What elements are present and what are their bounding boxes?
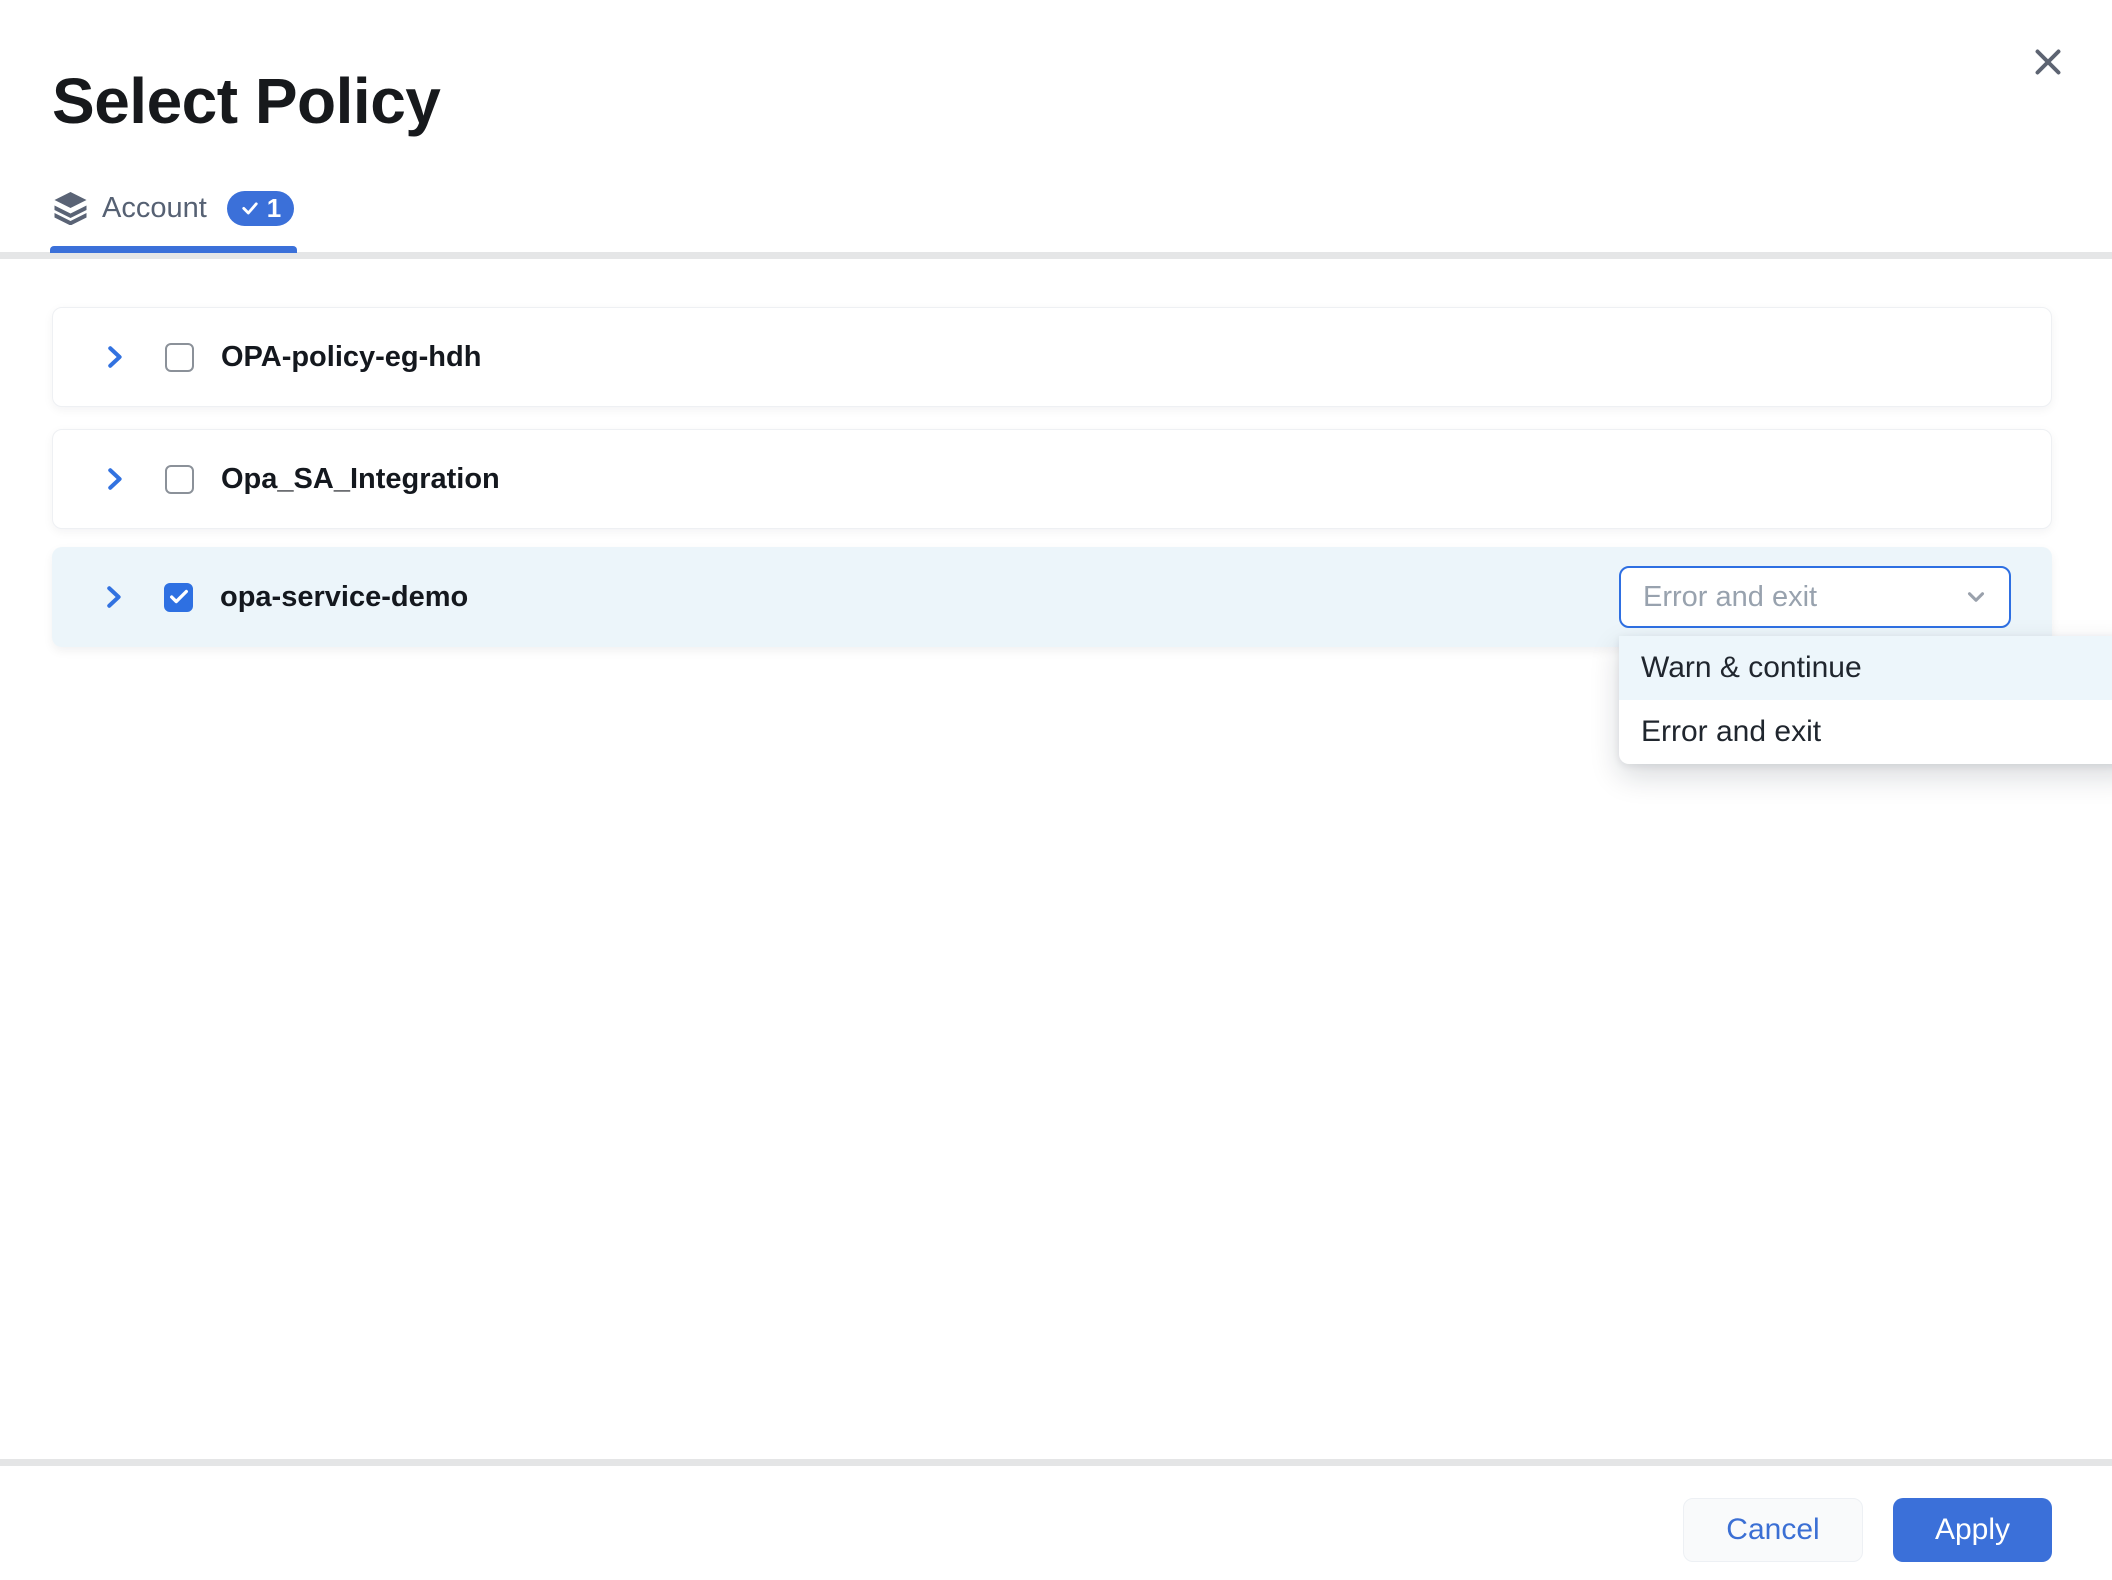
apply-button[interactable]: Apply	[1893, 1498, 2052, 1562]
badge-count: 1	[267, 193, 281, 224]
check-icon	[240, 198, 260, 218]
footer-divider	[0, 1459, 2112, 1466]
select-value: Error and exit	[1643, 581, 1817, 614]
policy-row: OPA-policy-eg-hdh	[52, 307, 2052, 407]
close-icon[interactable]	[2024, 38, 2072, 86]
policy-checkbox[interactable]	[164, 583, 193, 612]
dropdown-option[interactable]: Warn & continue	[1619, 636, 2112, 700]
policy-row: Opa_SA_Integration	[52, 429, 2052, 529]
policy-name: opa-service-demo	[220, 581, 468, 614]
selected-count-badge: 1	[227, 191, 294, 226]
chevron-right-icon[interactable]	[99, 464, 129, 494]
policy-name: OPA-policy-eg-hdh	[221, 341, 481, 374]
chevron-right-icon[interactable]	[98, 582, 128, 612]
tabs-divider	[0, 252, 2112, 259]
dropdown-option[interactable]: Error and exit	[1619, 700, 2112, 764]
policy-checkbox[interactable]	[165, 465, 194, 494]
layers-icon	[52, 191, 89, 225]
page-title: Select Policy	[52, 64, 440, 138]
cancel-button[interactable]: Cancel	[1683, 1498, 1863, 1562]
select-policy-modal: Select Policy Account 1	[0, 0, 2112, 1580]
tab-account-label: Account	[102, 192, 207, 225]
tab-account[interactable]: Account 1	[52, 186, 294, 230]
policy-name: Opa_SA_Integration	[221, 463, 500, 496]
policy-checkbox[interactable]	[165, 343, 194, 372]
active-tab-underline	[50, 246, 297, 253]
failure-strategy-select[interactable]: Error and exit	[1619, 566, 2011, 628]
chevron-right-icon[interactable]	[99, 342, 129, 372]
chevron-down-icon	[1963, 584, 1989, 610]
failure-strategy-menu: Warn & continue Error and exit	[1619, 636, 2112, 764]
policy-row-selected: opa-service-demo Error and exit	[52, 547, 2052, 647]
